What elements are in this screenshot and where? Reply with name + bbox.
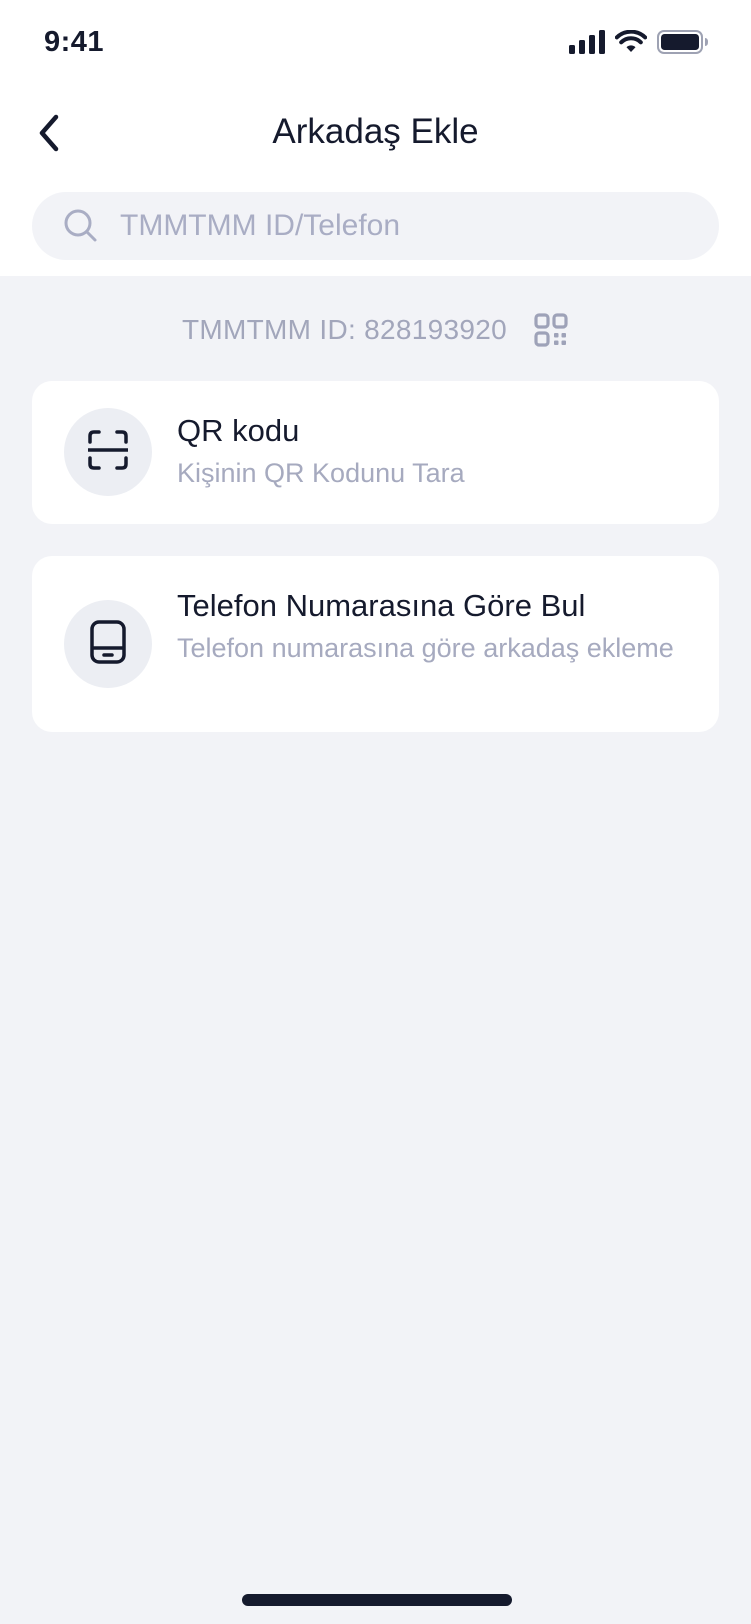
my-id-text: TMMTMM ID: 828193920 [182,314,507,345]
phone-number-option[interactable]: Telefon Numarasına Göre Bul Telefon numa… [32,556,719,732]
home-indicator[interactable] [242,1594,512,1606]
search-icon [62,207,100,245]
status-bar: 9:41 [0,0,751,90]
status-icons [569,29,709,59]
signal-icon [569,30,605,59]
qr-code-option-subtitle: Kişinin QR Kodunu Tara [177,458,465,488]
phone-number-option-title: Telefon Numarasına Göre Bul [177,588,586,623]
my-id-row: TMMTMM ID: 828193920 [0,306,751,354]
phone-number-option-subtitle: Telefon numarasına göre arkadaş ekleme [177,633,674,663]
navigation-bar: Arkadaş Ekle [0,98,751,172]
battery-icon [657,30,709,59]
qr-code-option[interactable]: QR kodu Kişinin QR Kodunu Tara [32,381,719,524]
phone-icon-circle [64,600,152,688]
search-bar[interactable] [32,192,719,260]
search-input[interactable] [118,208,682,244]
page-title: Arkadaş Ekle [272,112,479,151]
qr-code-option-title: QR kodu [177,413,300,448]
status-time: 9:41 [44,26,105,58]
scan-icon-circle [64,408,152,496]
scan-icon [86,429,130,475]
top-panel: 9:41 Arkadaş Ekle TMMTMM ID/Telefon [0,0,751,276]
wifi-icon [614,29,648,59]
phone-icon [90,619,126,669]
qr-code-icon[interactable] [533,312,569,348]
